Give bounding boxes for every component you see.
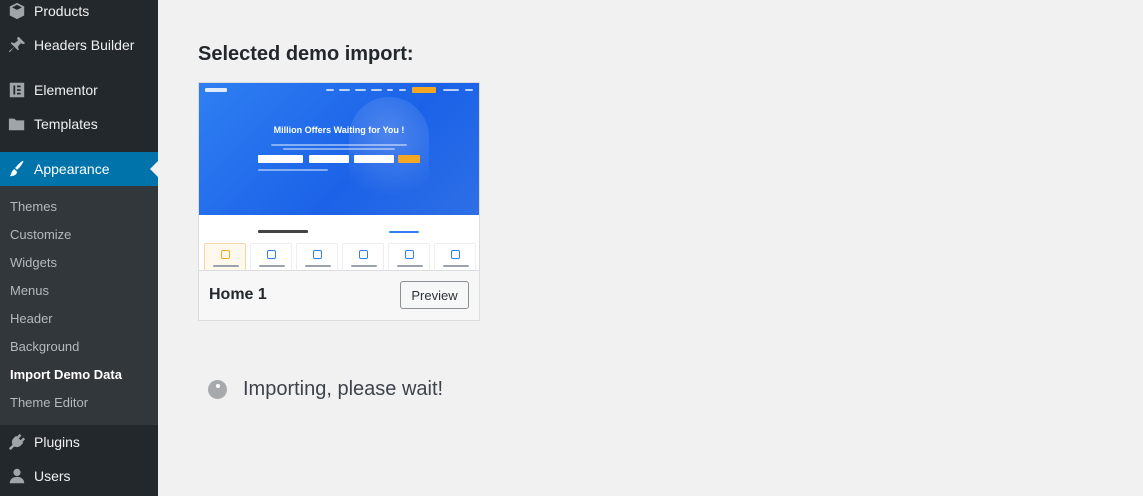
menu-item-products[interactable]: Products	[0, 0, 158, 28]
demo-card: Million Offers Waiting for You ! Home 1 …	[198, 82, 480, 321]
thumbnail-nav-link	[399, 89, 406, 91]
thumbnail-category-label	[305, 265, 331, 267]
menu-item-label: Appearance	[34, 161, 110, 177]
thumbnail-nav-link	[465, 89, 473, 91]
products-icon	[0, 2, 34, 20]
thumbnail-category-box	[388, 243, 430, 270]
category-icon	[405, 250, 414, 259]
thumbnail-category-label	[397, 265, 423, 267]
appearance-submenu: Themes Customize Widgets Menus Header Ba…	[0, 186, 158, 425]
thumbnail-category-box	[434, 243, 476, 270]
page-title: Selected demo import:	[198, 43, 414, 65]
menu-item-headers-builder[interactable]: Headers Builder	[0, 28, 158, 62]
menu-item-label: Templates	[34, 116, 98, 132]
import-status: Importing, please wait!	[208, 378, 443, 401]
thumbnail-headline: Million Offers Waiting for You !	[273, 125, 405, 135]
menu-item-templates[interactable]: Templates	[0, 107, 158, 141]
thumbnail-category-label	[259, 265, 285, 267]
menu-item-users[interactable]: Users	[0, 459, 158, 493]
demo-name: Home 1	[209, 286, 267, 303]
plug-icon	[0, 433, 34, 451]
thumbnail-nav-button	[412, 87, 436, 93]
menu-item-appearance[interactable]: Appearance	[0, 152, 158, 186]
thumbnail-subtext	[258, 169, 328, 171]
category-icon	[313, 250, 322, 259]
pin-icon	[0, 36, 34, 54]
thumbnail-nav-link	[387, 89, 393, 91]
thumbnail-subtext	[271, 144, 407, 146]
thumbnail-category-box	[342, 243, 384, 270]
menu-item-plugins[interactable]: Plugins	[0, 425, 158, 459]
submenu-item-header[interactable]: Header	[10, 309, 53, 329]
thumbnail-subtext	[283, 148, 395, 150]
thumbnail-logo	[205, 88, 227, 92]
submenu-item-background[interactable]: Background	[10, 337, 79, 357]
thumbnail-category-label	[351, 265, 377, 267]
thumbnail-nav-link	[355, 89, 366, 91]
admin-sidebar: Products Headers Builder Elementor Templ…	[0, 0, 158, 496]
submenu-item-menus[interactable]: Menus	[10, 281, 49, 301]
folder-icon	[0, 115, 34, 133]
category-icon	[221, 250, 230, 259]
paintbrush-icon	[0, 160, 34, 178]
user-icon	[0, 467, 34, 485]
thumbnail-nav-link	[371, 89, 382, 91]
menu-item-label: Elementor	[34, 82, 98, 98]
thumbnail-nav-link	[326, 89, 334, 91]
thumbnail-category-box	[296, 243, 338, 270]
menu-item-label: Plugins	[34, 434, 80, 450]
preview-button[interactable]: Preview	[400, 281, 469, 309]
category-icon	[451, 250, 460, 259]
thumbnail-category-box	[204, 243, 246, 270]
elementor-icon	[0, 81, 34, 99]
menu-item-label: Users	[34, 468, 71, 484]
submenu-item-customize[interactable]: Customize	[10, 225, 71, 245]
thumbnail-nav	[199, 83, 479, 99]
thumbnail-nav-link	[443, 89, 459, 91]
menu-item-label: Headers Builder	[34, 37, 135, 53]
submenu-item-theme-editor[interactable]: Theme Editor	[10, 393, 88, 413]
thumbnail-category-link	[389, 231, 419, 233]
spinner-icon	[208, 380, 227, 399]
demo-card-footer: Home 1 Preview	[199, 270, 479, 320]
thumbnail-search-button	[398, 155, 420, 163]
thumbnail-hero: Million Offers Waiting for You !	[199, 83, 479, 215]
menu-item-label: Products	[34, 3, 90, 19]
category-icon	[267, 250, 276, 259]
category-icon	[359, 250, 368, 259]
thumbnail-category-label	[213, 265, 239, 267]
active-indicator	[150, 161, 158, 177]
demo-thumbnail: Million Offers Waiting for You !	[199, 83, 479, 270]
status-text: Importing, please wait!	[243, 378, 444, 400]
thumbnail-input	[258, 155, 303, 163]
thumbnail-input	[354, 155, 394, 163]
thumbnail-input	[309, 155, 349, 163]
thumbnail-nav-link	[339, 89, 350, 91]
thumbnail-category-box	[250, 243, 292, 270]
submenu-item-import-demo-data[interactable]: Import Demo Data	[10, 365, 122, 385]
thumbnail-category-title	[258, 230, 308, 233]
menu-item-elementor[interactable]: Elementor	[0, 73, 158, 107]
thumbnail-category-label	[443, 265, 469, 267]
submenu-item-widgets[interactable]: Widgets	[10, 253, 57, 273]
submenu-item-themes[interactable]: Themes	[10, 197, 57, 217]
